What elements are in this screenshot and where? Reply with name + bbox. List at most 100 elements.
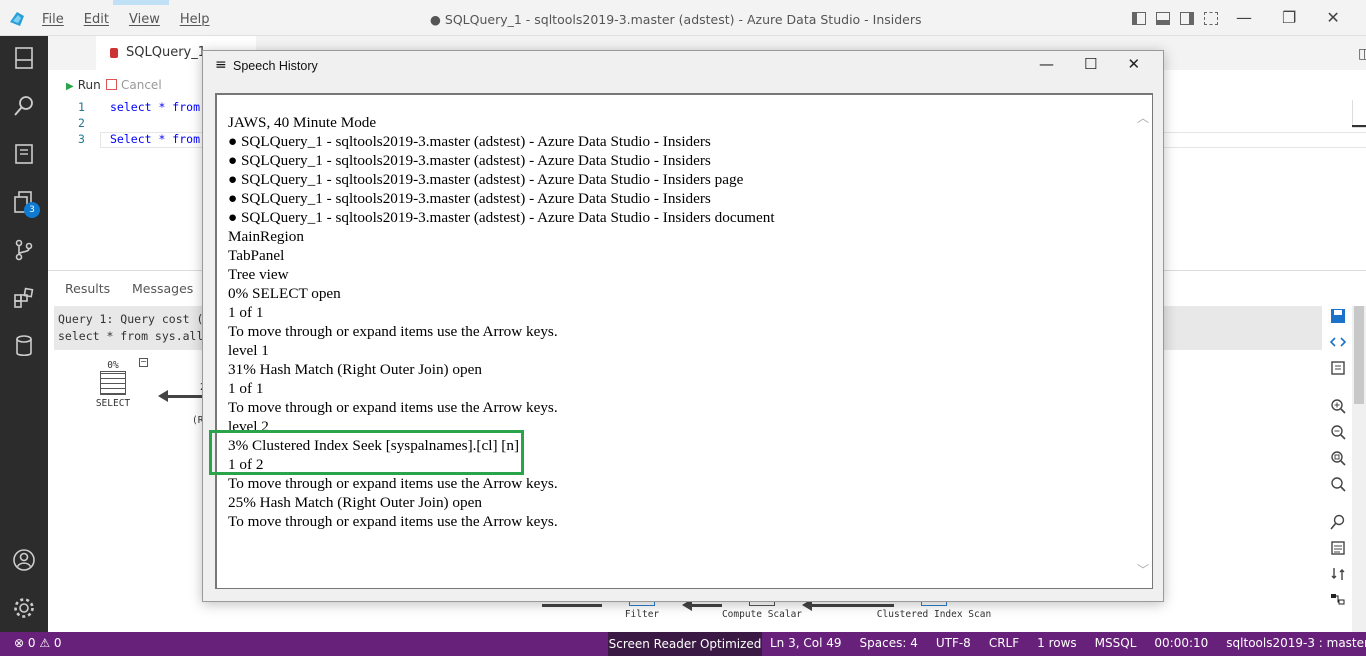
screen-reader-status[interactable]: Screen Reader Optimized — [608, 632, 762, 656]
minimap-cursor — [1352, 125, 1366, 127]
cursor-position[interactable]: Ln 3, Col 49 — [770, 636, 842, 651]
toggle-panel-icon[interactable] — [1156, 12, 1170, 25]
activity-bar: 3 — [0, 36, 48, 632]
speech-line: MainRegion — [228, 228, 304, 245]
line-number: 3 — [78, 132, 85, 146]
elapsed-time: 00:00:10 — [1154, 636, 1209, 650]
plan-toolbar — [1322, 306, 1352, 606]
window-title: ● SQLQuery_1 - sqltools2019-3.master (ad… — [430, 12, 922, 27]
focus-highlight-box — [209, 430, 524, 475]
scroll-down-icon[interactable]: ﹀ — [1137, 561, 1149, 578]
connections-icon[interactable] — [12, 46, 36, 70]
encoding[interactable]: UTF-8 — [936, 636, 971, 651]
language-mode[interactable]: MSSQL — [1095, 636, 1137, 651]
speech-history-text[interactable]: JAWS, 40 Minute Mode ● SQLQuery_1 - sqlto… — [215, 93, 1153, 589]
dialog-close-icon[interactable]: ✕ — [1127, 55, 1140, 73]
extensions-badge: 3 — [24, 202, 40, 218]
plan-node-select[interactable]: 0% SELECT — [90, 360, 136, 409]
window-controls: — ❐ ✕ — [1236, 8, 1340, 27]
speech-line: To move through or expand items use the … — [228, 323, 558, 340]
menu-edit[interactable]: Edit — [84, 12, 109, 27]
indentation[interactable]: Spaces: 4 — [860, 636, 918, 651]
speech-scrollbar[interactable]: ︿ ﹀ — [1137, 109, 1151, 579]
dialog-title: Speech History — [233, 59, 318, 73]
scrollbar-thumb[interactable] — [1354, 306, 1364, 404]
minimap[interactable] — [1352, 100, 1366, 128]
compare-plan-icon[interactable] — [1330, 566, 1346, 582]
speech-line: TabPanel — [228, 247, 285, 264]
connection-info[interactable]: sqltools2019-3 : master — [1226, 636, 1366, 651]
status-bar: ⊗ 0 ⚠ 0 Screen Reader Optimized Ln 3, Co… — [0, 632, 1366, 656]
plan-node-compute-scalar[interactable]: Compute Scalar — [720, 600, 804, 620]
azure-data-studio-logo-icon — [10, 12, 24, 26]
speech-line: 0% SELECT open — [228, 285, 341, 302]
menu-file[interactable]: File — [42, 12, 64, 27]
plan-node-clustered-index-scan[interactable]: Clustered Index Scan — [876, 600, 992, 620]
close-icon[interactable]: ✕ — [1326, 8, 1339, 27]
split-editor-icon[interactable]: ◫ — [1358, 46, 1366, 62]
layout-controls — [1132, 12, 1218, 25]
row-count: 1 rows — [1037, 636, 1077, 650]
title-accent — [113, 0, 169, 5]
speech-line: 1 of 1 — [228, 304, 264, 321]
menu-bar: File Edit View Help — [42, 12, 209, 27]
speech-line: To move through or expand items use the … — [228, 399, 558, 416]
line-ending[interactable]: CRLF — [989, 636, 1019, 651]
top-operations-icon[interactable] — [1330, 592, 1346, 608]
system-menu-icon[interactable]: ≡ — [215, 57, 227, 73]
scroll-up-icon[interactable]: ︿ — [1137, 109, 1149, 126]
restore-icon[interactable]: ❐ — [1282, 8, 1296, 27]
show-query-icon[interactable] — [1330, 360, 1346, 376]
node-label: Compute Scalar — [721, 609, 803, 620]
speech-line: Tree view — [228, 266, 289, 283]
speech-history-dialog: ≡ Speech History — ☐ ✕ JAWS, 40 Minute M… — [202, 50, 1164, 602]
editor-actions: ◫ ⋯ — [1358, 46, 1366, 62]
speech-line: ● SQLQuery_1 - sqltools2019-3.master (ad… — [228, 190, 711, 207]
node-label: Clustered Index Scan — [876, 609, 992, 620]
plan-connector — [542, 604, 602, 607]
menu-help[interactable]: Help — [180, 12, 210, 27]
settings-gear-icon[interactable] — [12, 596, 36, 620]
dialog-minimize-icon[interactable]: — — [1039, 55, 1054, 73]
tab-messages[interactable]: Messages — [132, 281, 193, 296]
speech-line: 1 of 1 — [228, 380, 264, 397]
speech-line: JAWS, 40 Minute Mode — [228, 114, 377, 131]
problems-status[interactable]: ⊗ 0 ⚠ 0 — [14, 636, 62, 650]
properties-icon[interactable] — [1330, 540, 1346, 556]
zoom-in-icon[interactable] — [1330, 398, 1346, 414]
find-node-icon[interactable] — [1330, 514, 1346, 530]
current-line-highlight — [100, 132, 210, 148]
zoom-to-fit-icon[interactable] — [1330, 450, 1346, 466]
toggle-sidebar-icon[interactable] — [1132, 12, 1146, 25]
tab-results[interactable]: Results — [65, 281, 110, 296]
speech-line: 25% Hash Match (Right Outer Join) open — [228, 494, 482, 511]
dialog-maximize-icon[interactable]: ☐ — [1084, 55, 1097, 73]
database-icon[interactable] — [12, 334, 36, 358]
search-icon[interactable] — [12, 94, 36, 118]
source-control-icon[interactable] — [12, 238, 36, 262]
customize-layout-icon[interactable] — [1204, 12, 1218, 25]
plan-scrollbar[interactable] — [1352, 306, 1366, 632]
zoom-out-icon[interactable] — [1330, 424, 1346, 440]
collapse-node-icon[interactable]: − — [139, 358, 148, 367]
menu-view[interactable]: View — [129, 12, 160, 27]
save-plan-icon[interactable] — [1330, 308, 1346, 324]
show-xml-icon[interactable] — [1330, 334, 1346, 350]
plan-arrow — [158, 390, 206, 402]
run-button[interactable]: Run — [66, 78, 101, 92]
speech-line: 31% Hash Match (Right Outer Join) open — [228, 361, 482, 378]
minimize-icon[interactable]: — — [1236, 8, 1252, 27]
speech-line: To move through or expand items use the … — [228, 475, 558, 492]
custom-zoom-icon[interactable] — [1330, 476, 1346, 492]
plan-node-filter[interactable]: Filter — [622, 600, 662, 620]
dialog-window-controls: — ☐ ✕ — [1039, 55, 1140, 73]
speech-line: ● SQLQuery_1 - sqltools2019-3.master (ad… — [228, 133, 711, 150]
extensions-icon[interactable] — [12, 286, 36, 310]
account-icon[interactable] — [12, 548, 36, 572]
toggle-secondary-sidebar-icon[interactable] — [1180, 12, 1194, 25]
node-label: Filter — [624, 609, 660, 620]
cancel-button[interactable]: Cancel — [106, 78, 162, 92]
speech-line: ● SQLQuery_1 - sqltools2019-3.master (ad… — [228, 152, 711, 169]
notebooks-icon[interactable] — [12, 142, 36, 166]
title-bar: File Edit View Help ● SQLQuery_1 - sqlto… — [0, 0, 1366, 36]
